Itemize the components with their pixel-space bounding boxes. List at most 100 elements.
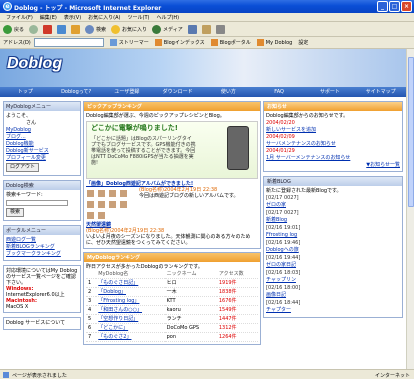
table-row: 7 「ものぐさ2」 pon 1264件 (86, 332, 258, 342)
menu-bar: ファイル(F) 編集(E) 表示(V) お気に入り(A) ツール(T) ヘルプ(… (0, 13, 414, 22)
nav-download[interactable]: ダウンロード (152, 87, 203, 97)
menu-favorites[interactable]: お気に入り(A) (88, 14, 120, 21)
feature-text: 今回は西遊記ブログの新しいアルバムです。 (139, 193, 239, 199)
service-info: Doblog サービスについて (3, 317, 81, 330)
search-submit-button[interactable]: 検索 (6, 208, 25, 217)
service-info-link[interactable]: Doblog サービスについて (6, 320, 65, 326)
menu-view[interactable]: 表示(V) (64, 14, 81, 21)
sidebar-link-blog[interactable]: ブログ... (6, 134, 78, 141)
nav-sitemap[interactable]: サイトマップ (355, 87, 406, 97)
search-box: Doblog検索 検索キーワード: 検索 (3, 180, 81, 221)
ranking-title: MyDoblogランキング (84, 253, 260, 262)
portal-link-list[interactable]: 西遊ログ一覧 (6, 237, 78, 244)
ie-icon: e (3, 2, 12, 11)
link-blog-index[interactable]: Blogインデックス (154, 39, 205, 46)
nav-faq[interactable]: FAQ (254, 87, 305, 97)
vertical-scrollbar[interactable] (406, 49, 414, 369)
nav-howto[interactable]: 使い方 (203, 87, 254, 97)
star-icon (111, 24, 121, 34)
list-item: [02/16 19:44] ゼロの家日記 (266, 255, 301, 268)
portal-link-bookmark[interactable]: ブックマークランキング (6, 251, 78, 258)
main-column: ピックアップランキング Doblog編集部が選ぶ、今週のピックアップレシピンとB… (83, 101, 261, 348)
notice-more-link[interactable]: ▼お知らせ一覧 (266, 162, 400, 169)
link-blog-portal[interactable]: Blogポータル (210, 39, 251, 46)
print-button[interactable] (215, 24, 225, 34)
address-input[interactable] (33, 38, 104, 47)
window-title: Doblog - トップ - Microsoft Internet Explor… (14, 5, 162, 12)
feature2-text: いよいよ月夜のシーズンになりました。天体観測に関心のある方々のために、ぜひ天然望… (86, 234, 251, 246)
menu-help[interactable]: ヘルプ(H) (156, 14, 179, 21)
menu-file[interactable]: ファイル(F) (6, 14, 33, 21)
home-button[interactable] (71, 24, 81, 34)
nav-top[interactable]: トップ (0, 87, 51, 97)
ranking-header-count: アクセス数 (216, 270, 258, 279)
nav-register[interactable]: ユーザ登録 (102, 87, 153, 97)
refresh-button[interactable] (57, 24, 67, 34)
media-button[interactable]: メディア (152, 24, 183, 34)
link-my-doblog[interactable]: My Doblog (256, 39, 292, 46)
ranking-table: MyDoblog名 ニックネーム アクセス数 1 「ものぐさ日記」 ヒロ 1919件 … (86, 270, 258, 342)
favorites-button[interactable]: お気に入り (111, 24, 147, 34)
search-label: 検索キーワード: (6, 192, 43, 198)
ad-text: 「どこかに話題」はBlogのスパーリングタイプでもブログサービスです。GPS機能… (91, 136, 196, 166)
portal-link-ranking[interactable]: 新着BLOGランキング (6, 244, 78, 251)
mydoblog-menu-title: MyDoblogメニュー (4, 102, 80, 111)
env-mac: MacOS X (6, 304, 29, 310)
env-notice-text: 対応環境についてはMy Doblogのサービス一覧ページをご確認下さい。 (6, 268, 78, 286)
sidebar-link-profile[interactable]: プロフィール変更 (6, 155, 78, 162)
internet-zone: インターネット (374, 373, 410, 379)
search-button[interactable]: 検索 (85, 24, 106, 34)
table-row: 4 「和田さんの○○」 kaoru 1549件 (86, 305, 258, 315)
link-streamer[interactable]: ストリーマー (109, 39, 149, 46)
browser-window: e Doblog - トップ - Microsoft Internet Expl… (0, 0, 414, 379)
notice-link[interactable]: 1月 サーバーメンテナンスのお知らせ (266, 155, 400, 162)
mydoblog-menu: MyDoblogメニュー ようこそ、 さん MyDoblog ブログ... Do… (3, 101, 81, 176)
mail-icon (201, 24, 211, 34)
notice-intro: Doblog編集部からのお知らせです。 (266, 113, 349, 119)
notice-link[interactable]: 新しいサービスを追加 (266, 127, 400, 134)
menu-edit[interactable]: 編集(E) (40, 14, 57, 21)
nav-about[interactable]: Doblogって? (51, 87, 102, 97)
scrollbar-thumb[interactable] (408, 57, 414, 207)
page-viewport: Doblog トップ Doblogって? ユーザ登録 ダウンロード 使い方 FA… (0, 49, 406, 369)
logout-button[interactable]: ログアウト (6, 163, 40, 172)
back-button[interactable]: 戻る (3, 24, 24, 34)
maximize-button[interactable]: □ (389, 1, 400, 12)
sidebar-link-mydoblog[interactable]: MyDoblog (6, 127, 78, 134)
notice-link[interactable]: サーバメンテナンスのお知らせ (266, 141, 400, 148)
forward-arrow-icon (29, 24, 39, 34)
sidebar-link-new-service[interactable]: Doblog新サービス (6, 148, 78, 155)
menu-tools[interactable]: ツール(T) (128, 14, 150, 21)
sidebar-link-features[interactable]: Doblog機能 (6, 141, 78, 148)
list-item: [02/16 19:46] Doblogへの旅 (266, 240, 301, 253)
portal-menu-title: ポータルメニュー (4, 226, 80, 235)
ad-title: どこかに電撃が鳴りました! (91, 124, 178, 132)
album-thumbnails[interactable] (86, 189, 136, 220)
search-icon (85, 24, 95, 34)
media-icon (152, 24, 162, 34)
ranking-header-nick: ニックネーム (164, 270, 217, 279)
forward-button[interactable] (29, 24, 39, 34)
nav-support[interactable]: サポート (305, 87, 356, 97)
notice-box: お知らせ Doblog編集部からのお知らせです。 2004/02/20 新しいサ… (263, 101, 403, 172)
page-icon (3, 372, 9, 378)
stop-button[interactable] (43, 24, 53, 34)
ranking-section: MyDoblogランキング 昨日アクセスが多かったDoblogのランキングです。… (83, 252, 261, 345)
search-input[interactable] (6, 200, 68, 206)
left-sidebar: MyDoblogメニュー ようこそ、 さん MyDoblog ブログ... Do… (3, 101, 81, 334)
home-icon (71, 24, 81, 34)
close-button[interactable]: × (401, 1, 412, 12)
minimize-button[interactable]: _ (377, 1, 388, 12)
docomo-ad-banner[interactable]: どこかに電撃が鳴りました! 「どこかに話題」はBlogのスパーリングタイプでもブ… (86, 121, 258, 179)
phone-image (227, 126, 249, 170)
pickup-title: ピックアップランキング (84, 102, 260, 111)
blog-index-icon (154, 39, 162, 46)
list-item: [02/17 0027] ゼロの家 (266, 195, 299, 208)
link-settings[interactable]: 設定 (298, 39, 308, 46)
doblog-logo[interactable]: Doblog (7, 55, 62, 73)
status-text: ページが表示されました (12, 373, 67, 379)
mail-button[interactable] (201, 24, 211, 34)
list-item: [02/16 18:03] チャップリン (266, 270, 301, 283)
title-bar: e Doblog - トップ - Microsoft Internet Expl… (0, 0, 414, 13)
history-button[interactable] (187, 24, 197, 34)
